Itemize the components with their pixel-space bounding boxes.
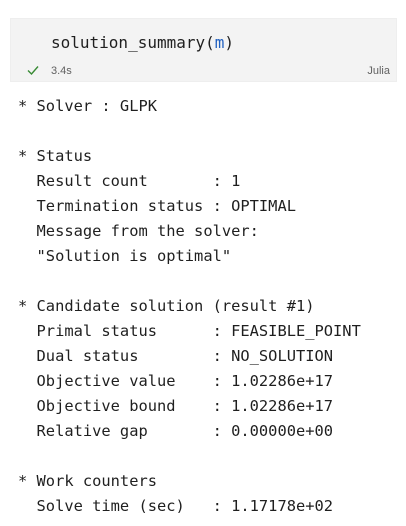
output-line: * Solver : GLPK (18, 97, 157, 115)
output-line: Solve time (sec) : 1.17178e+02 (18, 497, 334, 515)
output-line: * Status (18, 147, 93, 165)
code-open-paren: ( (205, 33, 215, 52)
output-line: Result count : 1 (18, 172, 241, 190)
output-line: Dual status : NO_SOLUTION (18, 347, 334, 365)
code-cell[interactable]: solution_summary(m) 3.4s Julia (10, 18, 397, 82)
output-line: Termination status : OPTIMAL (18, 197, 296, 215)
cell-status-bar: 3.4s Julia (11, 65, 396, 81)
execution-time: 3.4s (51, 65, 72, 77)
output-line: "Solution is optimal" (18, 247, 232, 265)
code-function-name: solution_summary (51, 33, 206, 52)
code-editor[interactable]: solution_summary(m) (51, 33, 234, 52)
cell-output: * Solver : GLPK * Status Result count : 1… (18, 94, 361, 519)
output-line: * Candidate solution (result #1) (18, 297, 315, 315)
code-argument: m (214, 33, 225, 52)
output-line: Message from the solver: (18, 222, 259, 240)
output-line: Relative gap : 0.00000e+00 (18, 422, 334, 440)
output-blank-line (18, 119, 361, 144)
output-line: Objective value : 1.02286e+17 (18, 372, 334, 390)
output-line: * Work counters (18, 472, 157, 490)
output-line: Primal status : FEASIBLE_POINT (18, 322, 361, 340)
output-blank-line (18, 269, 361, 294)
check-icon (27, 66, 39, 76)
code-close-paren: ) (224, 33, 235, 52)
cell-language-label[interactable]: Julia (367, 65, 390, 77)
output-blank-line (18, 444, 361, 469)
output-line: Objective bound : 1.02286e+17 (18, 397, 334, 415)
